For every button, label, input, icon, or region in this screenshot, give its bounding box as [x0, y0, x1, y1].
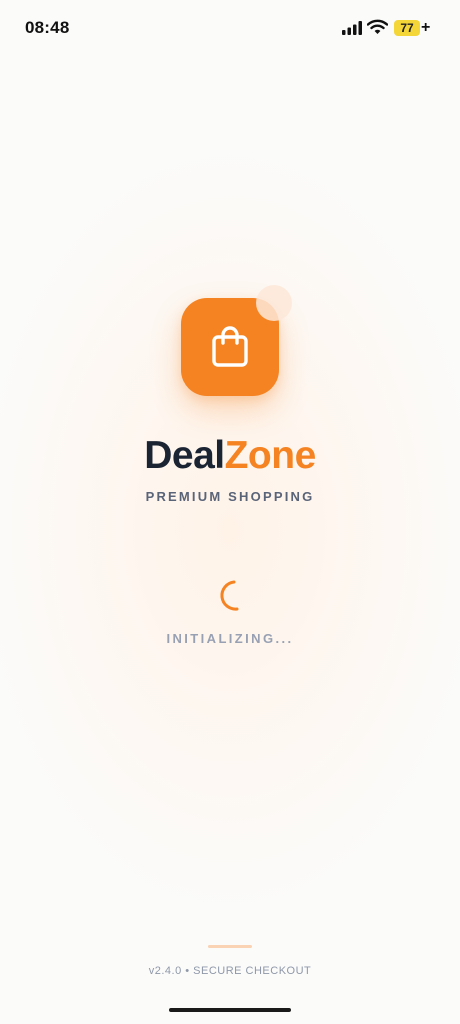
loading-status: INITIALIZING... [166, 631, 294, 646]
signal-icon [342, 21, 362, 35]
charging-icon: + [421, 19, 431, 36]
footer-divider [208, 945, 252, 948]
version-footer: v2.4.0 • SECURE CHECKOUT [148, 965, 312, 977]
brand-name: DealZone [0, 432, 460, 480]
shopping-bag-icon [212, 326, 248, 367]
status-time: 08:48 [25, 18, 70, 37]
home-indicator[interactable] [169, 1008, 291, 1012]
wifi-icon [367, 19, 388, 34]
brand-name-part2: Zone [224, 434, 317, 477]
background-glow [0, 150, 460, 910]
status-bar: 08:48 77 + [0, 0, 460, 56]
loading-spinner-icon [220, 580, 239, 611]
brand-name-part1: Deal [144, 434, 225, 477]
logo-accent-dot [256, 285, 292, 321]
tagline: PREMIUM SHOPPING [145, 489, 315, 504]
battery-icon: 77 [394, 20, 420, 36]
